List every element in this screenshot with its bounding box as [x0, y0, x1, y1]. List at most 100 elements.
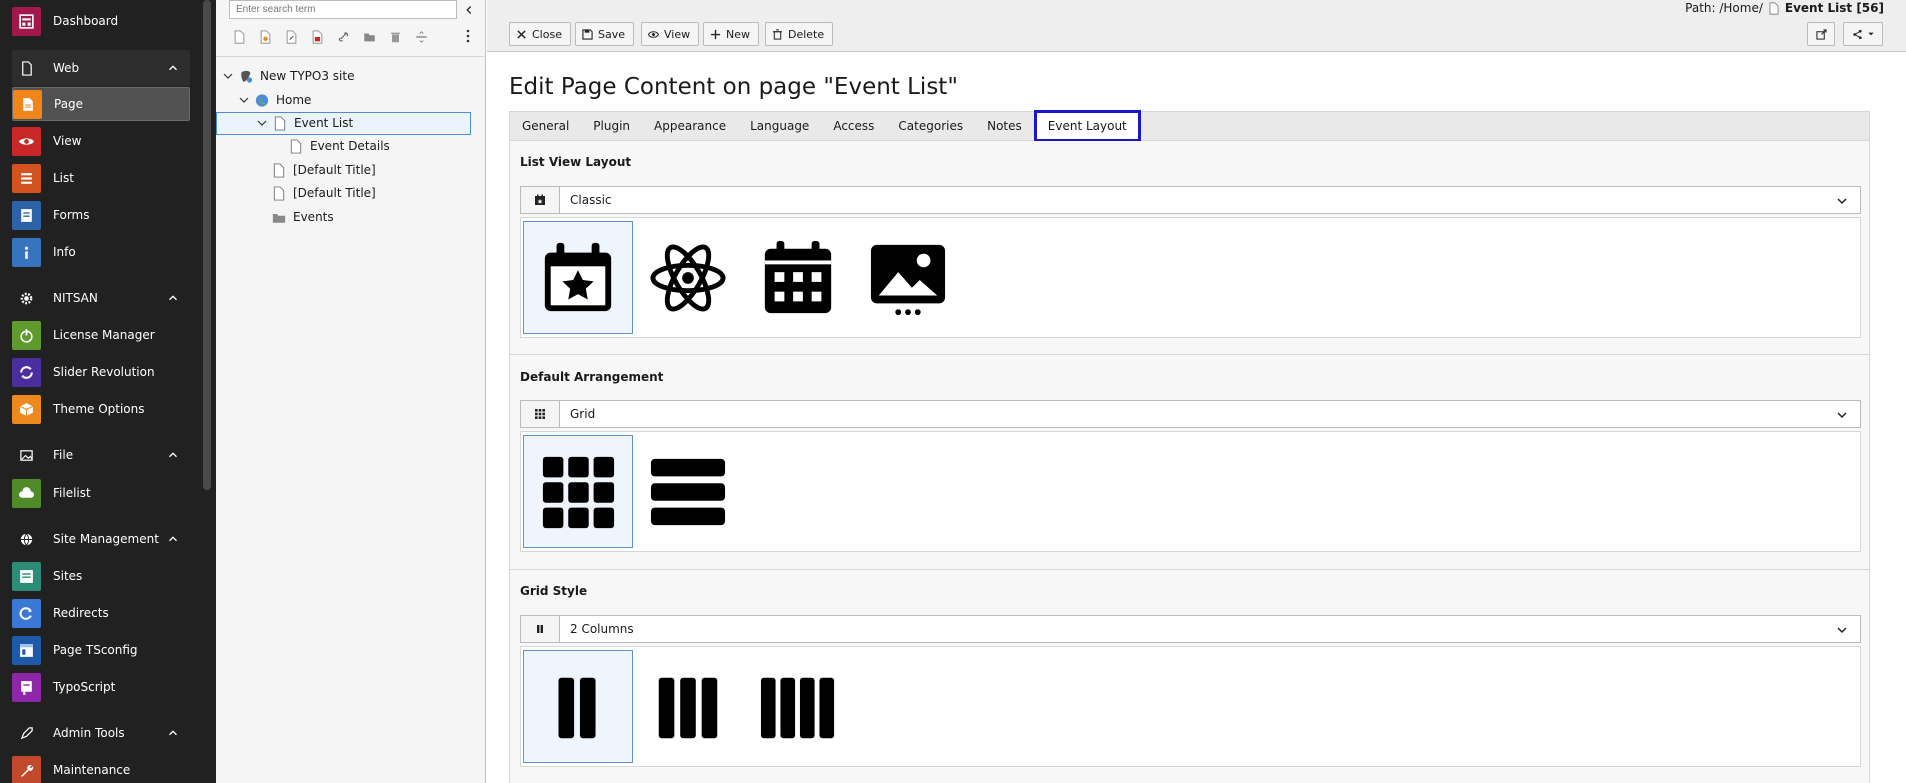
globe-icon [12, 532, 41, 547]
tab-event-layout[interactable]: Event Layout [1033, 109, 1141, 142]
module-label: Slider Revolution [53, 365, 155, 379]
tree-node-home[interactable]: Home [238, 89, 311, 111]
grid-style-option-2-columns[interactable] [523, 650, 633, 763]
group-file[interactable]: File [12, 437, 190, 473]
layout-option-atom[interactable] [633, 221, 743, 334]
list-icon [650, 458, 726, 525]
tree-node-event-list[interactable]: Event List [256, 112, 353, 134]
divider-icon[interactable] [408, 27, 434, 47]
tab-general[interactable]: General [510, 111, 581, 141]
page-icon [288, 138, 304, 154]
module-menu-scrollbar[interactable] [203, 0, 211, 490]
redirect-icon [12, 598, 41, 628]
module-redirects[interactable]: Redirects [12, 596, 190, 630]
list-view-layout-select[interactable]: Classic [520, 186, 1861, 214]
chevron-up-icon [169, 65, 177, 71]
tab-content: List View Layout Classic Default Arrange… [509, 141, 1870, 783]
tree-search-input[interactable] [229, 0, 457, 19]
module-filelist[interactable]: Filelist [12, 476, 190, 510]
chevron-down-icon [1837, 412, 1847, 419]
save-button[interactable]: Save [575, 22, 635, 46]
trash-icon[interactable] [382, 27, 408, 47]
layout-option-calendar[interactable] [743, 221, 853, 334]
tree-node-events[interactable]: Events [271, 206, 334, 228]
group-nitsan[interactable]: NITSAN [12, 280, 190, 316]
typo3-site-icon [238, 68, 254, 84]
new-page-icon[interactable] [226, 27, 252, 47]
page-icon [1769, 1, 1779, 15]
gear-icon [12, 291, 41, 306]
folder-icon [271, 209, 287, 225]
grid-style-option-4-columns[interactable] [743, 650, 853, 763]
chevron-down-icon[interactable] [238, 94, 250, 106]
grid-icon [542, 456, 615, 528]
breadcrumb-path: Path: /Home/ [1685, 1, 1763, 15]
tab-language[interactable]: Language [738, 111, 821, 141]
tab-notes[interactable]: Notes [975, 111, 1034, 141]
module-forms[interactable]: Forms [12, 198, 190, 232]
module-menu: Dashboard Web Page View List Forms Info [0, 0, 216, 783]
new-page-link-icon[interactable] [278, 27, 304, 47]
module-typoscript[interactable]: TypoScript [12, 670, 190, 704]
module-page-tsconfig[interactable]: Page TSconfig [12, 633, 190, 667]
module-slider-revolution[interactable]: Slider Revolution [12, 355, 190, 389]
external-link-icon [1815, 28, 1827, 40]
module-maintenance[interactable]: Maintenance [12, 753, 190, 783]
tree-node-root[interactable]: New TYPO3 site [222, 65, 354, 87]
close-button[interactable]: Close [509, 22, 571, 46]
atom-icon [650, 244, 726, 311]
module-license-manager[interactable]: License Manager [12, 318, 190, 352]
module-dashboard[interactable]: Dashboard [12, 4, 190, 38]
share-dropdown-button[interactable] [1843, 22, 1883, 46]
tree-node-event-details[interactable]: Event Details [288, 135, 390, 157]
module-info[interactable]: Info [12, 235, 190, 269]
list-view-layout-picker [520, 217, 1861, 338]
open-new-window-button[interactable] [1807, 22, 1835, 46]
module-list[interactable]: List [12, 161, 190, 195]
layout-option-classic[interactable] [523, 221, 633, 334]
group-admin-tools[interactable]: Admin Tools [12, 715, 190, 751]
new-page-shortcut-icon[interactable] [252, 27, 278, 47]
tab-access[interactable]: Access [821, 111, 886, 141]
box-icon [12, 394, 41, 424]
cloud-icon [12, 478, 41, 508]
chevron-left-icon[interactable] [462, 3, 476, 17]
section-divider [510, 569, 1869, 570]
power-icon [12, 320, 41, 350]
arrangement-option-list[interactable] [633, 435, 743, 548]
module-label: List [53, 171, 74, 185]
group-site-management[interactable]: Site Management [12, 521, 190, 557]
default-arrangement-select[interactable]: Grid [520, 400, 1861, 428]
module-sites[interactable]: Sites [12, 559, 190, 593]
chevron-down-icon[interactable] [222, 70, 234, 82]
grid-style-option-3-columns[interactable] [633, 650, 743, 763]
group-label: Site Management [53, 532, 159, 546]
view-button[interactable]: View [641, 22, 700, 46]
module-label: Forms [53, 208, 90, 222]
folder-icon[interactable] [356, 27, 382, 47]
tree-node-label: New TYPO3 site [260, 69, 355, 83]
layout-option-image[interactable] [853, 221, 963, 334]
tab-plugin[interactable]: Plugin [581, 111, 642, 141]
more-vertical-icon[interactable] [460, 28, 476, 44]
tab-appearance[interactable]: Appearance [642, 111, 738, 141]
three-columns-icon [658, 677, 718, 738]
module-theme-options[interactable]: Theme Options [12, 392, 190, 426]
delete-button[interactable]: Delete [765, 22, 834, 46]
link-icon[interactable] [330, 27, 356, 47]
module-view[interactable]: View [12, 124, 190, 158]
chevron-down-icon[interactable] [256, 117, 268, 129]
group-web[interactable]: Web [12, 50, 190, 86]
tree-separator [216, 56, 486, 57]
new-page-restricted-icon[interactable] [304, 27, 330, 47]
module-page[interactable]: Page [12, 87, 190, 121]
tab-categories[interactable]: Categories [886, 111, 975, 141]
content-area: Path: /Home/ Event List [56] Close Save … [487, 0, 1906, 783]
page-tree: New TYPO3 site Home Event List Event Det… [216, 0, 486, 783]
arrangement-option-grid[interactable] [523, 435, 633, 548]
tree-node-default-title-1[interactable]: [Default Title] [271, 159, 376, 181]
new-button[interactable]: New [703, 22, 759, 46]
grid-style-select[interactable]: 2 Columns [520, 615, 1861, 643]
group-label: NITSAN [53, 291, 98, 305]
tree-node-default-title-2[interactable]: [Default Title] [271, 182, 376, 204]
